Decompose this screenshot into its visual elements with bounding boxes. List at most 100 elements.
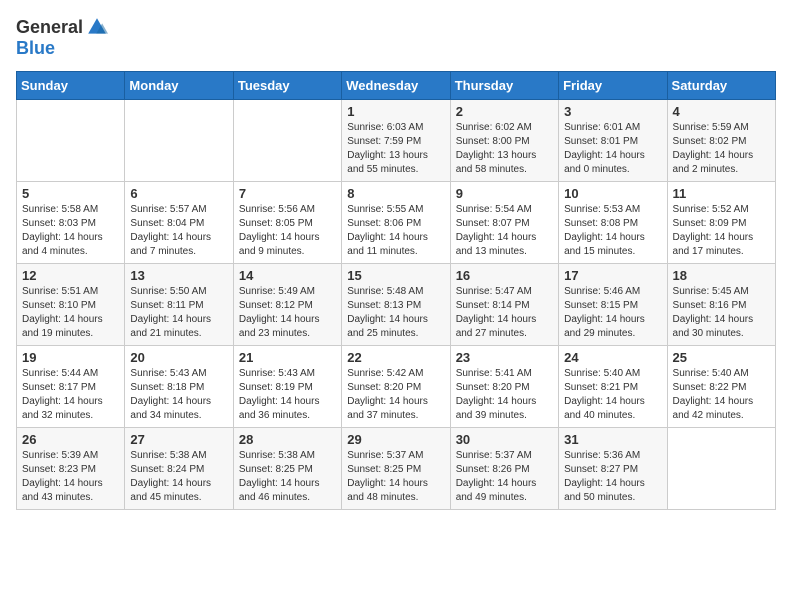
sunrise-info: Sunrise: 5:57 AM [130,203,227,217]
day-number: 14 [239,268,336,283]
logo: General Blue [16,16,108,59]
daylight-minutes: and 4 minutes. [22,245,119,259]
day-number: 20 [130,350,227,365]
sunrise-info: Sunrise: 5:53 AM [564,203,661,217]
calendar-day-17: 17Sunrise: 5:46 AMSunset: 8:15 PMDayligh… [559,264,667,346]
day-number: 25 [673,350,770,365]
calendar-week-row: 12 Sunrise: 5:51 AMSunset: 8:10 PMDayligh… [17,264,776,346]
calendar-header-tuesday: Tuesday [233,72,341,100]
daylight-minutes: and 32 minutes. [22,409,119,423]
day-number: 12 [22,268,119,283]
sunset-info: Sunset: 8:27 PM [564,463,661,477]
sunset-info: Sunset: 8:02 PM [673,135,770,149]
day-info: Sunrise: 5:51 AMSunset: 8:10 PMDaylight:… [22,285,119,341]
day-info: Sunrise: 5:43 AMSunset: 8:18 PMDaylight:… [130,367,227,423]
daylight-minutes: and 50 minutes. [564,491,661,505]
day-number: 31 [564,432,661,447]
sunset-info: Sunset: 8:00 PM [456,135,553,149]
sunset-info: Sunset: 8:01 PM [564,135,661,149]
day-number: 15 [347,268,444,283]
calendar-day-15: 15Sunrise: 5:48 AMSunset: 8:13 PMDayligh… [342,264,450,346]
logo-container: General Blue [16,16,108,59]
daylight-minutes: and 19 minutes. [22,327,119,341]
calendar-day-31: 31 Sunrise: 5:36 AMSunset: 8:27 PMDayligh… [559,428,667,510]
sunset-info: Sunset: 8:25 PM [347,463,444,477]
sunset-info: Sunset: 8:09 PM [673,217,770,231]
calendar-day-24: 24Sunrise: 5:40 AMSunset: 8:21 PMDayligh… [559,346,667,428]
calendar-week-row: 26Sunrise: 5:39 AMSunset: 8:23 PMDayligh… [17,428,776,510]
sunset-info: Sunset: 8:24 PM [130,463,227,477]
sunrise-info: Sunrise: 5:49 AM [239,285,336,299]
calendar-day-13: 13 Sunrise: 5:50 AMSunset: 8:11 PMDayligh… [125,264,233,346]
sunrise-info: Sunrise: 5:46 AM [564,285,661,299]
calendar-empty-cell [125,100,233,182]
day-info: Sunrise: 5:58 AMSunset: 8:03 PMDaylight:… [22,203,119,259]
day-info: Sunrise: 5:49 AMSunset: 8:12 PMDaylight:… [239,285,336,341]
calendar-day-21: 21Sunrise: 5:43 AMSunset: 8:19 PMDayligh… [233,346,341,428]
daylight-hours: Daylight: 14 hours [22,231,119,245]
calendar-day-22: 22Sunrise: 5:42 AMSunset: 8:20 PMDayligh… [342,346,450,428]
daylight-minutes: and 21 minutes. [130,327,227,341]
calendar-header-saturday: Saturday [667,72,775,100]
daylight-hours: Daylight: 14 hours [347,395,444,409]
sunrise-info: Sunrise: 5:38 AM [239,449,336,463]
day-number: 5 [22,186,119,201]
daylight-minutes: and 48 minutes. [347,491,444,505]
page-header: General Blue [16,16,776,59]
calendar-day-9: 9Sunrise: 5:54 AMSunset: 8:07 PMDaylight… [450,182,558,264]
day-info: Sunrise: 5:40 AMSunset: 8:21 PMDaylight:… [564,367,661,423]
daylight-minutes: and 46 minutes. [239,491,336,505]
sunset-info: Sunset: 8:26 PM [456,463,553,477]
daylight-minutes: and 36 minutes. [239,409,336,423]
sunrise-info: Sunrise: 5:40 AM [673,367,770,381]
sunrise-info: Sunrise: 5:56 AM [239,203,336,217]
daylight-minutes: and 45 minutes. [130,491,227,505]
day-info: Sunrise: 5:56 AMSunset: 8:05 PMDaylight:… [239,203,336,259]
day-number: 29 [347,432,444,447]
day-info: Sunrise: 5:40 AMSunset: 8:22 PMDaylight:… [673,367,770,423]
day-number: 30 [456,432,553,447]
daylight-minutes: and 42 minutes. [673,409,770,423]
calendar-day-16: 16Sunrise: 5:47 AMSunset: 8:14 PMDayligh… [450,264,558,346]
sunset-info: Sunset: 8:15 PM [564,299,661,313]
day-number: 19 [22,350,119,365]
daylight-minutes: and 49 minutes. [456,491,553,505]
calendar-day-3: 3Sunrise: 6:01 AMSunset: 8:01 PMDaylight… [559,100,667,182]
sunset-info: Sunset: 8:07 PM [456,217,553,231]
day-info: Sunrise: 5:37 AMSunset: 8:26 PMDaylight:… [456,449,553,505]
calendar-week-row: 1 Sunrise: 6:03 AMSunset: 7:59 PMDaylight… [17,100,776,182]
day-info: Sunrise: 5:37 AMSunset: 8:25 PMDaylight:… [347,449,444,505]
calendar-week-row: 19Sunrise: 5:44 AMSunset: 8:17 PMDayligh… [17,346,776,428]
sunset-info: Sunset: 8:20 PM [347,381,444,395]
daylight-hours: Daylight: 14 hours [673,231,770,245]
day-info: Sunrise: 5:55 AMSunset: 8:06 PMDaylight:… [347,203,444,259]
logo-blue: Blue [16,38,55,59]
calendar-day-14: 14 Sunrise: 5:49 AMSunset: 8:12 PMDayligh… [233,264,341,346]
day-number: 1 [347,104,444,119]
day-info: Sunrise: 5:36 AMSunset: 8:27 PMDaylight:… [564,449,661,505]
sunset-info: Sunset: 8:10 PM [22,299,119,313]
calendar-day-30: 30 Sunrise: 5:37 AMSunset: 8:26 PMDayligh… [450,428,558,510]
day-info: Sunrise: 5:52 AMSunset: 8:09 PMDaylight:… [673,203,770,259]
calendar-day-2: 2Sunrise: 6:02 AMSunset: 8:00 PMDaylight… [450,100,558,182]
sunrise-info: Sunrise: 5:44 AM [22,367,119,381]
day-info: Sunrise: 5:53 AMSunset: 8:08 PMDaylight:… [564,203,661,259]
daylight-hours: Daylight: 14 hours [347,477,444,491]
day-info: Sunrise: 5:50 AMSunset: 8:11 PMDaylight:… [130,285,227,341]
daylight-minutes: and 23 minutes. [239,327,336,341]
sunrise-info: Sunrise: 5:36 AM [564,449,661,463]
sunrise-info: Sunrise: 5:38 AM [130,449,227,463]
daylight-hours: Daylight: 14 hours [347,231,444,245]
sunrise-info: Sunrise: 5:41 AM [456,367,553,381]
daylight-hours: Daylight: 14 hours [456,477,553,491]
sunrise-info: Sunrise: 5:40 AM [564,367,661,381]
day-number: 13 [130,268,227,283]
sunrise-info: Sunrise: 5:50 AM [130,285,227,299]
day-info: Sunrise: 6:03 AMSunset: 7:59 PMDaylight:… [347,121,444,177]
day-number: 22 [347,350,444,365]
sunset-info: Sunset: 8:21 PM [564,381,661,395]
calendar-day-27: 27Sunrise: 5:38 AMSunset: 8:24 PMDayligh… [125,428,233,510]
daylight-hours: Daylight: 14 hours [130,231,227,245]
sunrise-info: Sunrise: 6:03 AM [347,121,444,135]
daylight-minutes: and 7 minutes. [130,245,227,259]
